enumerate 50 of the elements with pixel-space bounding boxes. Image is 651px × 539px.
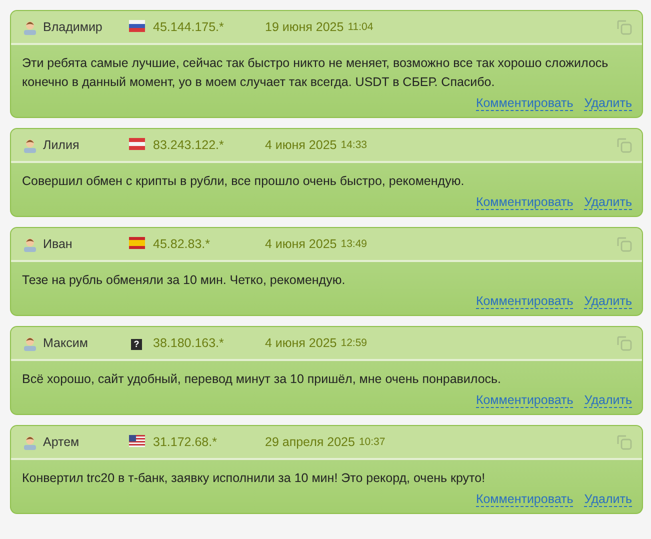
ip-address: 31.172.68.* [153, 435, 218, 449]
comment-link[interactable]: Комментировать [476, 96, 574, 111]
author-name: Иван [43, 237, 74, 251]
author-name: Артем [43, 435, 80, 449]
flag-icon [129, 20, 145, 32]
ip-address: 45.144.175.* [153, 20, 225, 34]
delete-link[interactable]: Удалить [584, 294, 632, 309]
ip-address: 83.243.122.* [153, 138, 225, 152]
review-time: 13:49 [340, 238, 368, 250]
user-icon [23, 236, 37, 252]
comment-link[interactable]: Комментировать [476, 195, 574, 210]
user-icon [23, 434, 37, 450]
review-text: Эти ребята самые лучшие, сейчас так быстро никто не меняет, возможно все так хорошо сложилось конечно в данный момент, уо в моем случает так всегда. USDT в СБЕР. Спасибо. [21, 55, 610, 91]
review-time: 14:33 [340, 139, 368, 151]
author-name: Лилия [43, 138, 80, 152]
user-icon [23, 138, 37, 152]
ip-address: 45.82.83.* [153, 237, 211, 251]
author-name: Максим [43, 336, 89, 350]
comment-link[interactable]: Комментировать [476, 492, 574, 507]
review-text: Совершил обмен с крипты в рубли, все прошло очень быстро, рекомендую. [21, 173, 466, 190]
delete-link[interactable]: Удалить [584, 96, 632, 111]
review-date: 4 июня 2025 [265, 336, 337, 350]
review-date: 4 июня 2025 [265, 138, 337, 152]
user-icon [23, 20, 37, 34]
comment-link[interactable]: Комментировать [476, 294, 574, 309]
review-date: 29 апреля 2025 [265, 435, 355, 449]
review-text: Конвертил trc20 в т-банк, заявку исполнили за 10 мин! Это рекорд, очень круто! [21, 470, 486, 487]
copy-icon[interactable] [617, 138, 632, 152]
flag-icon [129, 138, 145, 150]
author-name: Владимир [43, 20, 104, 34]
review-time: 12:59 [340, 337, 368, 349]
user-icon [23, 336, 37, 350]
copy-icon[interactable] [617, 434, 632, 450]
review-date: 19 июня 2025 [265, 20, 344, 34]
copy-icon[interactable] [617, 20, 632, 34]
copy-icon[interactable] [617, 336, 632, 350]
review-time: 10:37 [358, 436, 386, 448]
delete-link[interactable]: Удалить [584, 195, 632, 210]
copy-icon[interactable] [617, 236, 632, 252]
review-date: 4 июня 2025 [265, 237, 337, 251]
delete-link[interactable]: Удалить [584, 393, 632, 408]
flag-icon [129, 236, 145, 248]
review-text: Всё хорошо, сайт удобный, перевод минут за 10 пришёл, мне очень понравилось. [21, 371, 502, 388]
review-text: Тезе на рубль обменяли за 10 мин. Четко, рекомендую. [21, 272, 346, 289]
review-time: 11:04 [348, 21, 374, 33]
flag-icon [129, 434, 145, 446]
unknown-flag-icon: ? [131, 338, 142, 350]
ip-address: 38.180.163.* [153, 336, 225, 350]
comment-link[interactable]: Комментировать [476, 393, 574, 408]
delete-link[interactable]: Удалить [584, 492, 632, 507]
